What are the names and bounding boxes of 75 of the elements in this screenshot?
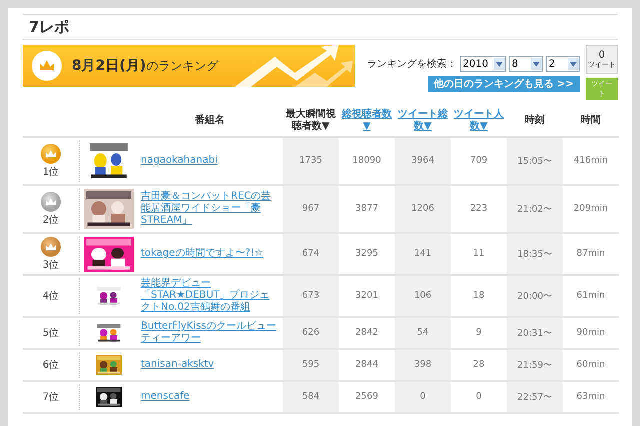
table-cell: 9 (476, 328, 482, 338)
table-cell: 626 (302, 328, 320, 338)
program-link[interactable]: tanisan-aksktv (141, 359, 214, 371)
table-cell: 61min (576, 291, 606, 301)
table-cell: 11 (473, 249, 485, 259)
tweet-count: 0 (598, 50, 606, 60)
table-cell: 0 (476, 392, 482, 402)
table-cell: 416min (574, 156, 608, 166)
table-cell-text: 21:59〜 (518, 360, 552, 372)
table-cell: 141 (414, 249, 432, 259)
table-cell-text: 21:02〜 (518, 204, 552, 216)
more-rankings-button[interactable]: 他の日のランキングも見る >> (428, 76, 580, 92)
table-cell: 967 (302, 204, 320, 214)
table-cell: 3964 (412, 156, 434, 166)
table-cell-text: 20:00〜 (518, 290, 552, 302)
rank-label: 3位 (42, 258, 60, 272)
table-cell: 595 (302, 360, 320, 370)
table-cell: 90min (576, 328, 606, 338)
caret-icon (533, 62, 540, 66)
search-label: ランキングを検索： (367, 58, 457, 71)
table-cell-text: 18:35〜 (518, 248, 552, 260)
table-cell: 0 (420, 392, 426, 402)
rank-label: 1位 (42, 166, 60, 178)
table-cell: 2569 (356, 392, 378, 402)
program-link[interactable]: 吉田豪＆コンバットRECの芸能居酒屋ワイドショー「豪STREAM」 (141, 191, 279, 227)
table-cell: 3295 (356, 249, 378, 259)
sort-link[interactable]: ツイート総数▼ (395, 109, 451, 133)
caret-icon (570, 62, 577, 66)
program-link[interactable]: 芸能界デビュー「STAR★DEBUT」プロジェクトNo.02吉鶴舞の番組 (141, 278, 279, 314)
crown-icon (32, 51, 62, 81)
page-title: 7レポ (29, 18, 70, 36)
date-select[interactable]: 2 (546, 56, 580, 72)
column-header: 最大瞬間視聴者数▼ (285, 109, 337, 133)
column-header: 時刻 (525, 115, 545, 127)
program-link[interactable]: ButterFlyKissのクールビューティーアワー (141, 321, 279, 345)
table-cell: 54 (417, 328, 429, 338)
table-cell: 87min (576, 249, 606, 259)
table-cell: 28 (473, 360, 485, 370)
table-cell: 223 (470, 204, 488, 214)
table-cell: 2842 (356, 328, 378, 338)
table-cell: 3201 (356, 291, 378, 301)
table-cell: 584 (302, 392, 320, 402)
table-cell: 106 (414, 291, 432, 301)
rank-label: 4位 (42, 290, 60, 303)
table-cell: 398 (414, 360, 432, 370)
program-link[interactable]: menscafe (141, 391, 190, 403)
table-cell: 674 (302, 249, 320, 259)
table-cell-text: 20:31〜 (518, 328, 552, 340)
table-cell: 673 (302, 291, 320, 301)
table-cell: 209min (574, 204, 608, 214)
rank-label: 6位 (42, 359, 60, 372)
program-link[interactable]: nagaokahanabi (141, 155, 218, 167)
table-cell: 18090 (352, 156, 382, 166)
program-link[interactable]: tokageの時間ですよ〜?!☆ (141, 248, 264, 260)
column-header: 番組名 (195, 115, 225, 127)
rank-label: 5位 (42, 327, 60, 340)
table-cell-text: 15:05〜 (518, 156, 552, 168)
table-cell: 60min (576, 360, 606, 370)
table-cell: 18 (473, 291, 485, 301)
rank-label: 2位 (42, 214, 60, 226)
rank-label: 7位 (42, 391, 60, 404)
column-header: 時間 (581, 115, 601, 127)
table-cell: 1735 (300, 156, 322, 166)
banner-heading: 8月2日(月)のランキング (72, 57, 218, 75)
table-cell: 3877 (356, 204, 378, 214)
table-cell: 2844 (356, 360, 378, 370)
table-cell: 709 (470, 156, 488, 166)
caret-icon (496, 62, 503, 66)
date-select[interactable]: 2010 (460, 56, 506, 72)
table-cell: 1206 (412, 204, 434, 214)
table-cell-text: 22:57〜 (518, 392, 552, 404)
table-cell: 63min (576, 392, 606, 402)
sort-link[interactable]: ツイート人数▼ (451, 109, 507, 133)
sort-link[interactable]: 総視聴者数▼ (339, 109, 395, 133)
date-select[interactable]: 8 (509, 56, 543, 72)
